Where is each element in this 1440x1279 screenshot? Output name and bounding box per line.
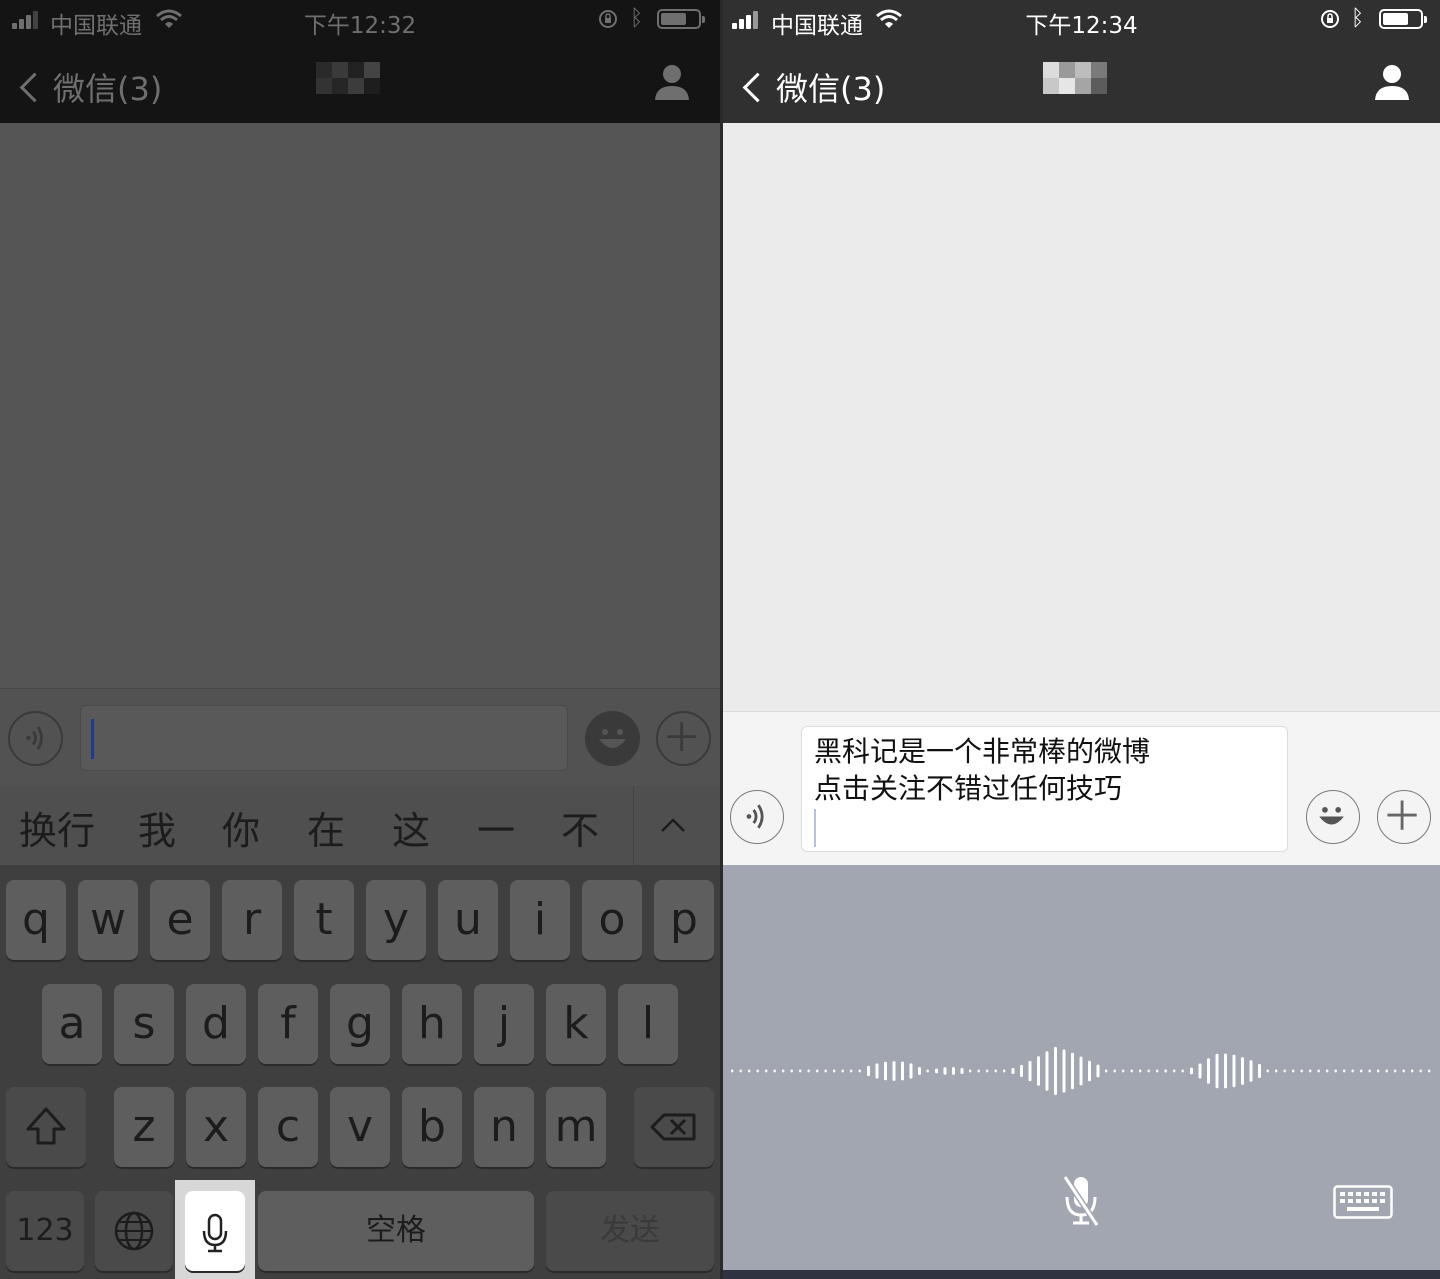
- key-d[interactable]: d: [186, 984, 246, 1064]
- candidate-item[interactable]: 你: [222, 800, 260, 855]
- chat-title-avatar: [316, 62, 380, 94]
- microphone-icon: [202, 1213, 228, 1253]
- key-y[interactable]: y: [366, 880, 426, 960]
- key-p[interactable]: p: [654, 880, 714, 960]
- key-g[interactable]: g: [330, 984, 390, 1064]
- keyboard-icon[interactable]: [1333, 1185, 1393, 1219]
- shift-icon: [26, 1107, 66, 1145]
- candidate-bar: 换行 我 你 在 这 一 不: [0, 786, 720, 865]
- text-caret: [91, 719, 94, 759]
- waveform-icon: [731, 1046, 1431, 1096]
- input-text-line: 点击关注不错过任何技巧: [814, 772, 1123, 805]
- delete-key[interactable]: [634, 1087, 714, 1167]
- key-s[interactable]: s: [114, 984, 174, 1064]
- key-u[interactable]: u: [438, 880, 498, 960]
- emoji-button[interactable]: [1306, 790, 1360, 844]
- backspace-icon: [650, 1113, 696, 1141]
- voice-toggle-button[interactable]: [8, 711, 63, 766]
- key-x[interactable]: x: [186, 1087, 246, 1167]
- globe-icon: [114, 1211, 154, 1251]
- chevron-left-icon: [742, 72, 773, 102]
- candidate-item[interactable]: 在: [307, 800, 345, 855]
- input-bar: 黑科记是一个非常棒的微博 点击关注不错过任何技巧: [723, 711, 1440, 866]
- key-w[interactable]: w: [78, 880, 138, 960]
- key-l[interactable]: l: [618, 984, 678, 1064]
- back-button[interactable]: 微信(3): [741, 64, 885, 110]
- nav-bar: 微信(3): [723, 40, 1440, 123]
- input-bar: [0, 688, 720, 787]
- key-o[interactable]: o: [582, 880, 642, 960]
- status-bar: 中国联通 下午12:34 ᛒ: [723, 0, 1440, 40]
- chat-title-avatar: [1043, 62, 1107, 94]
- plus-icon: [1387, 800, 1417, 830]
- emoji-button[interactable]: [585, 711, 640, 766]
- candidate-item[interactable]: 一: [477, 800, 515, 855]
- candidate-item[interactable]: 不: [561, 800, 599, 855]
- more-button[interactable]: [656, 711, 711, 766]
- key-q[interactable]: q: [6, 880, 66, 960]
- key-m[interactable]: m: [546, 1087, 606, 1167]
- bluetooth-icon: ᛒ: [630, 6, 644, 31]
- candidate-item[interactable]: 我: [138, 800, 176, 855]
- key-v[interactable]: v: [330, 1087, 390, 1167]
- key-c[interactable]: c: [258, 1087, 318, 1167]
- nav-bar: 微信(3): [0, 40, 720, 123]
- key-a[interactable]: a: [42, 984, 102, 1064]
- voice-toggle-button[interactable]: [730, 790, 784, 844]
- chevron-left-icon: [19, 72, 50, 102]
- right-screenshot: 中国联通 下午12:34 ᛒ 微信(3) 黑科记是一个非常棒的微博 点击关注不错…: [723, 0, 1440, 1279]
- shift-key[interactable]: [6, 1087, 86, 1167]
- back-button[interactable]: 微信(3): [18, 64, 162, 110]
- home-bar-strip: [723, 1270, 1440, 1279]
- key-e[interactable]: e: [150, 880, 210, 960]
- key-b[interactable]: b: [402, 1087, 462, 1167]
- key-h[interactable]: h: [402, 984, 462, 1064]
- microphone-off-icon[interactable]: [1059, 1173, 1103, 1229]
- emoji-icon: [599, 729, 626, 748]
- rotation-lock-icon: [599, 10, 617, 28]
- dictation-key[interactable]: [185, 1191, 245, 1271]
- key-j[interactable]: j: [474, 984, 534, 1064]
- key-z[interactable]: z: [114, 1087, 174, 1167]
- battery-icon: [657, 9, 705, 29]
- key-i[interactable]: i: [510, 880, 570, 960]
- key-f[interactable]: f: [258, 984, 318, 1064]
- key-t[interactable]: t: [294, 880, 354, 960]
- input-text-line: 黑科记是一个非常棒的微博: [814, 735, 1151, 768]
- status-bar: 中国联通 下午12:32 ᛒ: [0, 0, 720, 40]
- voice-icon: [746, 804, 764, 829]
- text-caret: [814, 809, 816, 847]
- emoji-icon: [1319, 807, 1344, 825]
- candidate-item[interactable]: 换行: [19, 800, 95, 855]
- globe-key[interactable]: [95, 1191, 173, 1271]
- bluetooth-icon: ᛒ: [1351, 6, 1365, 31]
- candidate-item[interactable]: 这: [392, 800, 430, 855]
- key-k[interactable]: k: [546, 984, 606, 1064]
- space-key[interactable]: 空格: [258, 1191, 534, 1271]
- numbers-key[interactable]: 123: [6, 1191, 84, 1271]
- user-icon[interactable]: [652, 62, 692, 102]
- back-label: 微信(3): [53, 70, 163, 108]
- back-label: 微信(3): [776, 70, 886, 108]
- message-input[interactable]: [80, 705, 568, 771]
- left-screenshot: 中国联通 下午12:32 ᛒ 微信(3) 换行 我 你 在 这 一 不 q w …: [0, 0, 720, 1279]
- rotation-lock-icon: [1321, 10, 1339, 28]
- key-r[interactable]: r: [222, 880, 282, 960]
- user-icon[interactable]: [1372, 62, 1412, 102]
- key-n[interactable]: n: [474, 1087, 534, 1167]
- send-key[interactable]: 发送: [546, 1191, 714, 1271]
- voice-icon: [26, 726, 43, 750]
- plus-icon: [667, 722, 697, 752]
- dictation-panel: [723, 865, 1440, 1270]
- message-input[interactable]: 黑科记是一个非常棒的微博 点击关注不错过任何技巧: [801, 726, 1288, 852]
- more-button[interactable]: [1377, 790, 1431, 844]
- chevron-up-icon[interactable]: [660, 812, 686, 838]
- battery-icon: [1379, 9, 1427, 29]
- candidate-divider: [633, 786, 634, 865]
